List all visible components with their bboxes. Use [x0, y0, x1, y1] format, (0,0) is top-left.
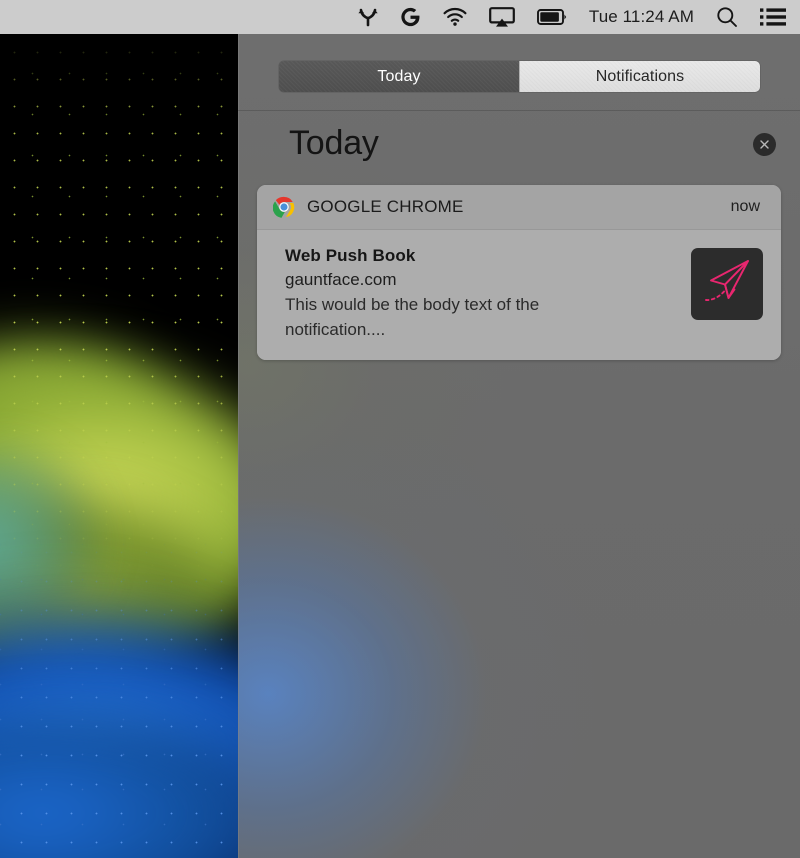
notification-message: This would be the body text of the notif…	[285, 295, 540, 339]
tab-bar-divider	[238, 110, 800, 111]
screen: Today Notifications Today GOOGLE CHROME …	[0, 0, 800, 858]
today-header: Today	[238, 120, 800, 184]
menubar-clock[interactable]: Tue 11:24 AM	[589, 0, 694, 34]
segmented-control[interactable]: Today Notifications	[279, 61, 760, 92]
notification-app-name: GOOGLE CHROME	[307, 197, 464, 216]
notification-title: Web Push Book	[285, 246, 416, 265]
page-title: Today	[289, 124, 379, 162]
menu-bar: Tue 11:24 AM	[0, 0, 800, 34]
tab-today-label: Today	[377, 67, 421, 85]
tab-today[interactable]: Today	[279, 61, 519, 92]
notification-timestamp: now	[730, 198, 760, 215]
tab-bar: Today Notifications	[238, 34, 800, 111]
search-icon[interactable]	[716, 0, 738, 34]
close-icon[interactable]	[753, 133, 776, 156]
notification-center-panel: Today Notifications Today GOOGLE CHROME …	[238, 34, 800, 858]
notification-thumbnail	[691, 248, 763, 320]
tab-notifications[interactable]: Notifications	[519, 61, 760, 92]
notification-header: GOOGLE CHROME now	[257, 185, 781, 230]
battery-icon[interactable]	[536, 0, 567, 34]
chrome-icon	[272, 196, 295, 218]
google-g-icon[interactable]	[400, 0, 421, 34]
paper-plane-icon	[698, 253, 756, 316]
notification-body: Web Push Book gauntface.com This would b…	[257, 230, 781, 360]
notification-card[interactable]: GOOGLE CHROME now Web Push Book gauntfac…	[257, 185, 781, 360]
fork-merge-icon[interactable]	[358, 0, 378, 34]
airplay-icon[interactable]	[488, 0, 515, 34]
notification-text-block: Web Push Book gauntface.com This would b…	[285, 244, 679, 342]
notification-origin: gauntface.com	[285, 270, 397, 289]
tab-notifications-label: Notifications	[595, 67, 685, 85]
wifi-icon[interactable]	[443, 0, 467, 34]
notification-center-list-icon[interactable]	[760, 0, 786, 34]
